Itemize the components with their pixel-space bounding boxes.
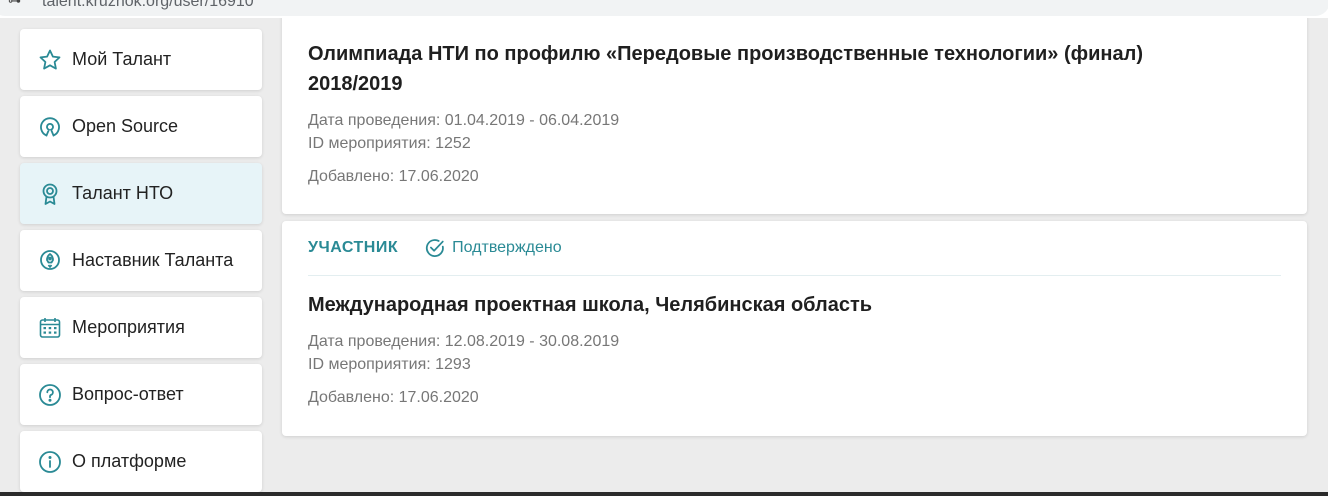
open-source-icon: [38, 115, 62, 139]
sidebar-item-label: Талант НТО: [72, 183, 174, 203]
sidebar-item-label: Наставник Таланта: [72, 250, 234, 270]
event-card: УЧАСТНИК Подтверждено Международная прое…: [282, 221, 1307, 436]
event-title[interactable]: Международная проектная школа, Челябинск…: [308, 290, 1281, 320]
question-icon: [38, 383, 62, 407]
sidebar-item-about[interactable]: О платформе: [20, 431, 262, 492]
page-content: Мой Талант Open Source Талант НТО Настав…: [0, 18, 1328, 492]
status-label: Подтверждено: [452, 239, 562, 256]
role-badge: УЧАСТНИК: [308, 239, 399, 256]
event-added-date: Добавлено: 17.06.2020: [308, 389, 479, 406]
event-role-row: УЧАСТНИК Подтверждено: [308, 221, 1281, 276]
event-title-line: 2018/2019: [308, 73, 403, 95]
sidebar-item-label: О платформе: [72, 451, 187, 471]
event-id: ID мероприятия: 1252: [308, 135, 471, 152]
calendar-icon: [38, 316, 62, 340]
sidebar-item-talent-nto[interactable]: Талант НТО: [20, 163, 262, 224]
event-dates: Дата проведения: 12.08.2019 - 30.08.2019: [308, 333, 620, 350]
event-title-line: Олимпиада НТИ по профилю «Передовые прои…: [308, 43, 1143, 65]
sidebar-item-mentor[interactable]: Наставник Таланта: [20, 230, 262, 291]
url-text[interactable]: talent.kruzhok.org/user/16910: [42, 0, 254, 11]
star-icon: [38, 48, 62, 72]
sidebar-item-label: Мой Талант: [72, 49, 172, 69]
sidebar-nav: Мой Талант Open Source Талант НТО Настав…: [20, 29, 262, 492]
sidebar-item-open-source[interactable]: Open Source: [20, 96, 262, 157]
site-settings-icon[interactable]: ⊶: [8, 0, 21, 9]
sidebar-item-my-talent[interactable]: Мой Талант: [20, 29, 262, 90]
sidebar-item-label: Вопрос-ответ: [72, 384, 184, 404]
check-circle-icon: [424, 237, 446, 259]
sidebar-item-events[interactable]: Мероприятия: [20, 297, 262, 358]
event-dates: Дата проведения: 01.04.2019 - 06.04.2019: [308, 112, 620, 129]
event-card: Олимпиада НТИ по профилю «Передовые прои…: [282, 18, 1307, 214]
taskbar-edge: [0, 492, 1328, 496]
rocket-icon: [38, 249, 62, 273]
sidebar-item-label: Open Source: [72, 116, 179, 136]
event-title[interactable]: Олимпиада НТИ по профилю «Передовые прои…: [308, 39, 1281, 99]
sidebar-item-label: Мероприятия: [72, 317, 185, 337]
award-icon: [38, 182, 62, 206]
status-badge: Подтверждено: [424, 237, 562, 259]
event-id: ID мероприятия: 1293: [308, 356, 471, 373]
info-icon: [38, 450, 62, 474]
event-added-date: Добавлено: 17.06.2020: [308, 168, 479, 185]
sidebar-item-faq[interactable]: Вопрос-ответ: [20, 364, 262, 425]
browser-address-bar[interactable]: ⊶ talent.kruzhok.org/user/16910: [0, 0, 1328, 18]
